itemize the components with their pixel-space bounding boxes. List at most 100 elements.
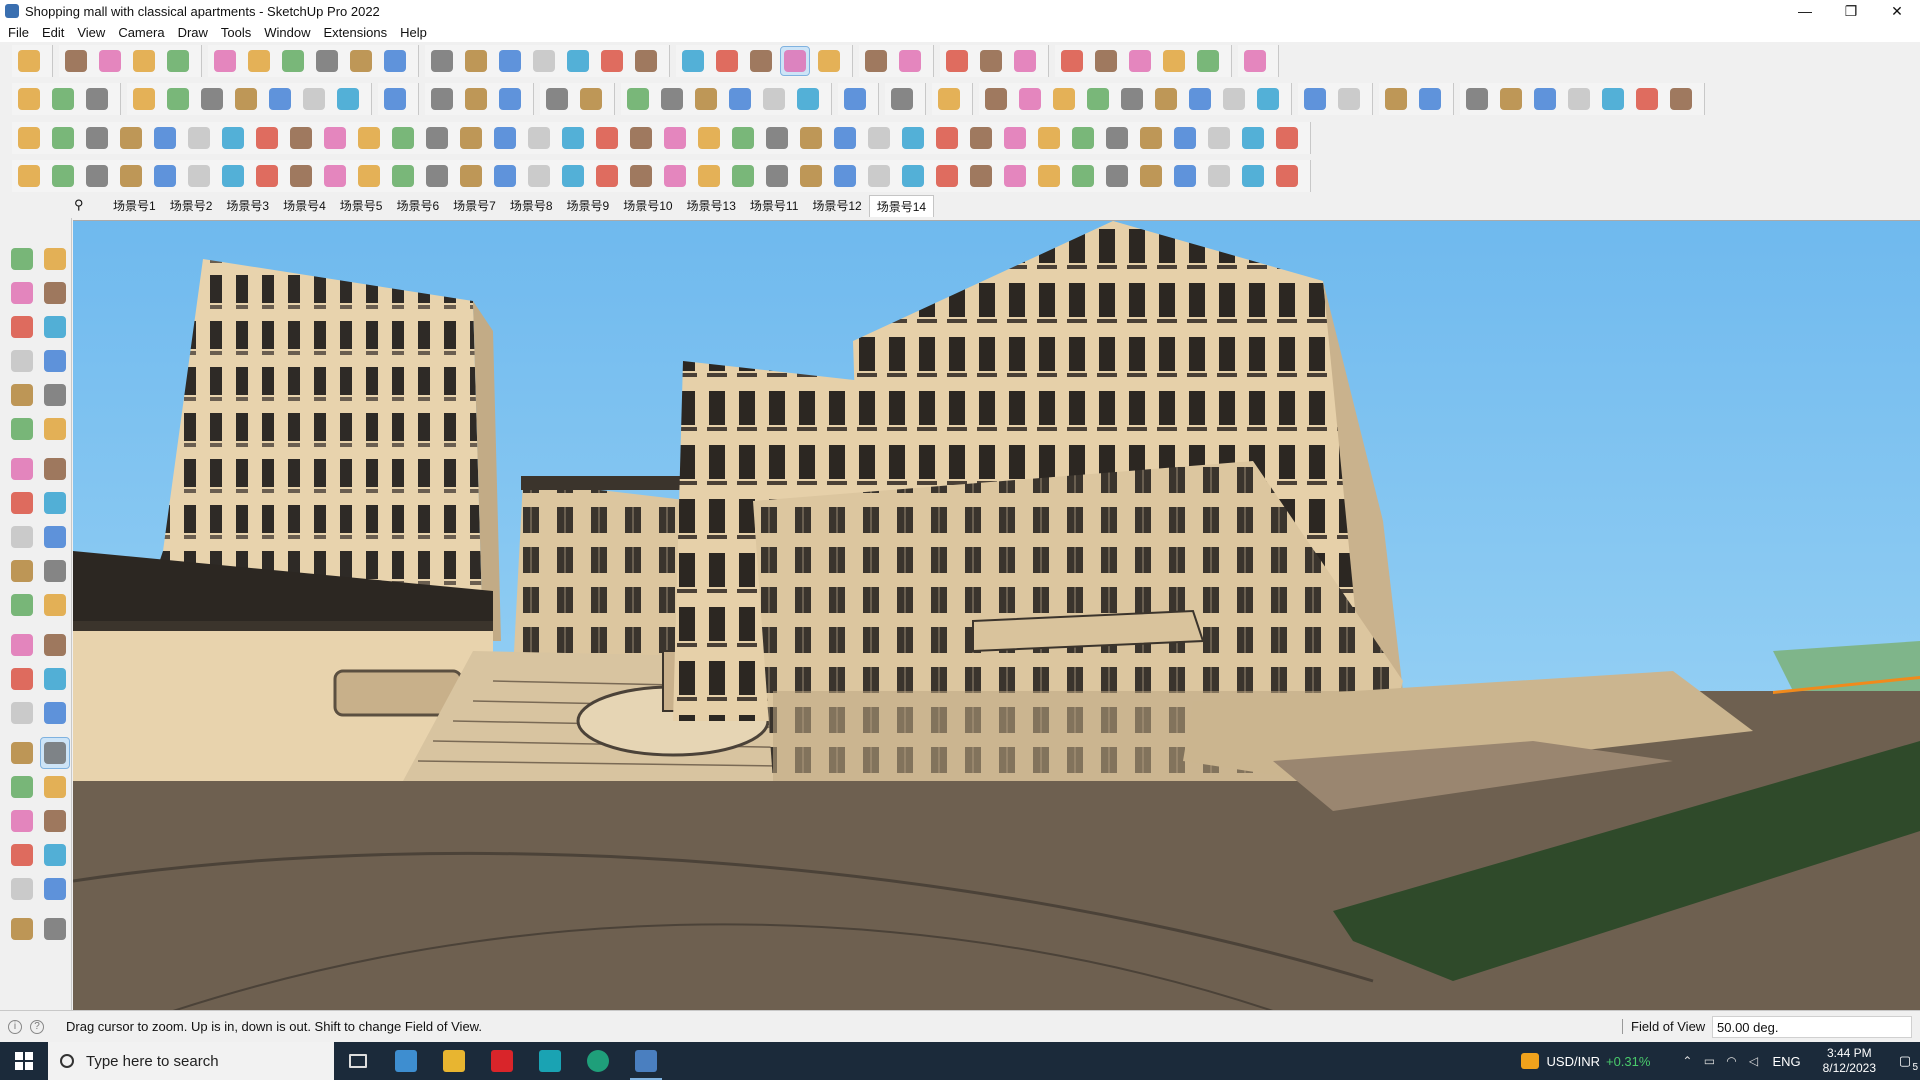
toolbar4-tool-17-button[interactable] xyxy=(559,162,587,190)
toolbar2-tool-5-button[interactable] xyxy=(164,85,192,113)
menu-window[interactable]: Window xyxy=(264,25,319,40)
menu-tools[interactable]: Tools xyxy=(221,25,260,40)
toolbar1-tool-24-button[interactable] xyxy=(862,47,890,75)
toolbar4-tool-16-button[interactable] xyxy=(525,162,553,190)
menu-camera[interactable]: Camera xyxy=(118,25,173,40)
battery-icon[interactable]: ▭ xyxy=(1698,1054,1720,1068)
orbit-button[interactable] xyxy=(41,244,70,274)
toolbar2-tool-40-button[interactable] xyxy=(1497,85,1525,113)
toolbar3-tool-7-button[interactable] xyxy=(219,124,247,152)
toolbar2-tool-32-button[interactable] xyxy=(1186,85,1214,113)
toolbar3-tool-19-button[interactable] xyxy=(627,124,655,152)
rotate-button[interactable] xyxy=(8,556,37,586)
stock-widget[interactable]: USD/INR +0.31% xyxy=(1520,1053,1650,1069)
model-viewport[interactable] xyxy=(73,220,1920,1010)
text-button[interactable] xyxy=(8,664,37,694)
toolbar4-tool-20-button[interactable] xyxy=(661,162,689,190)
toolbar2-tool-31-button[interactable] xyxy=(1152,85,1180,113)
toolbar4-tool-25-button[interactable] xyxy=(831,162,859,190)
polygon-button[interactable] xyxy=(41,414,70,444)
toolbar3-tool-18-button[interactable] xyxy=(593,124,621,152)
toolbar3-tool-8-button[interactable] xyxy=(253,124,281,152)
toolbar4-tool-9-button[interactable] xyxy=(287,162,315,190)
geolocation-icon[interactable]: i xyxy=(8,1019,22,1034)
scene-tab[interactable]: 场景号7 xyxy=(446,195,503,217)
toolbar3-tool-35-button[interactable] xyxy=(1171,124,1199,152)
toolbar3-tool-10-button[interactable] xyxy=(321,124,349,152)
toolbar3-tool-23-button[interactable] xyxy=(763,124,791,152)
paint-bucket-button[interactable] xyxy=(8,278,37,308)
toolbar3-tool-1-button[interactable] xyxy=(15,124,43,152)
toolbar1-tool-20-button[interactable] xyxy=(713,47,741,75)
toolbar3-tool-37-button[interactable] xyxy=(1239,124,1267,152)
toolbar3-tool-2-button[interactable] xyxy=(49,124,77,152)
close-button[interactable]: ✕ xyxy=(1874,0,1920,22)
toolbar1-tool-23-button[interactable] xyxy=(815,47,843,75)
toolbar3-tool-12-button[interactable] xyxy=(389,124,417,152)
toolbar3-tool-16-button[interactable] xyxy=(525,124,553,152)
rotated-rectangle-button[interactable] xyxy=(41,380,70,410)
toolbar4-tool-7-button[interactable] xyxy=(219,162,247,190)
toolbar4-tool-2-button[interactable] xyxy=(49,162,77,190)
toolbar4-tool-28-button[interactable] xyxy=(933,162,961,190)
scene-tab[interactable]: 场景号2 xyxy=(163,195,220,217)
toolbar1-tool-11-button[interactable] xyxy=(381,47,409,75)
toolbar3-tool-13-button[interactable] xyxy=(423,124,451,152)
toolbar1-tool-19-button[interactable] xyxy=(679,47,707,75)
taskbar-app-acrobat[interactable] xyxy=(478,1042,526,1080)
toolbar1-tool-34-button[interactable] xyxy=(1241,47,1269,75)
toolbar2-tool-43-button[interactable] xyxy=(1599,85,1627,113)
toolbar2-tool-7-button[interactable] xyxy=(232,85,260,113)
toolbar2-tool-36-button[interactable] xyxy=(1335,85,1363,113)
toolbar3-tool-34-button[interactable] xyxy=(1137,124,1165,152)
chevron-up-icon[interactable]: ⌃ xyxy=(1676,1054,1698,1068)
toolbar4-tool-22-button[interactable] xyxy=(729,162,757,190)
toolbar1-tool-28-button[interactable] xyxy=(1011,47,1039,75)
toolbar1-tool-31-button[interactable] xyxy=(1126,47,1154,75)
zoom-extents-button[interactable] xyxy=(41,772,70,802)
toolbar2-tool-21-button[interactable] xyxy=(760,85,788,113)
menu-edit[interactable]: Edit xyxy=(42,25,73,40)
fov-value-box[interactable]: 50.00 deg. xyxy=(1712,1016,1912,1038)
toolbar4-tool-29-button[interactable] xyxy=(967,162,995,190)
toolbar3-tool-11-button[interactable] xyxy=(355,124,383,152)
scene-tab[interactable]: 场景号3 xyxy=(219,195,276,217)
language-indicator[interactable]: ENG xyxy=(1772,1054,1800,1069)
layer-button[interactable] xyxy=(8,914,37,944)
toolbar4-tool-14-button[interactable] xyxy=(457,162,485,190)
toolbar2-tool-9-button[interactable] xyxy=(300,85,328,113)
scene-tab[interactable]: 场景号1 xyxy=(106,195,163,217)
toolbar1-tool-15-button[interactable] xyxy=(530,47,558,75)
toolbar3-tool-9-button[interactable] xyxy=(287,124,315,152)
toolbar4-tool-27-button[interactable] xyxy=(899,162,927,190)
scene-tab[interactable]: 场景号10 xyxy=(616,195,679,217)
toolbar3-tool-17-button[interactable] xyxy=(559,124,587,152)
toolbar1-tool-7-button[interactable] xyxy=(245,47,273,75)
toolbar1-tool-32-button[interactable] xyxy=(1160,47,1188,75)
zoom-window-button[interactable] xyxy=(8,772,37,802)
taskbar-app-calculator[interactable] xyxy=(382,1042,430,1080)
arc-button[interactable] xyxy=(8,454,37,484)
toolbar2-tool-17-button[interactable] xyxy=(624,85,652,113)
scene-tab[interactable]: 场景号12 xyxy=(805,195,868,217)
toolbar3-tool-4-button[interactable] xyxy=(117,124,145,152)
toolbar4-tool-33-button[interactable] xyxy=(1103,162,1131,190)
toolbar2-tool-3-button[interactable] xyxy=(83,85,111,113)
toolbar2-tool-27-button[interactable] xyxy=(1016,85,1044,113)
toolbar4-tool-11-button[interactable] xyxy=(355,162,383,190)
toolbar3-tool-27-button[interactable] xyxy=(899,124,927,152)
toolbar2-tool-14-button[interactable] xyxy=(496,85,524,113)
toolbar1-tool-29-button[interactable] xyxy=(1058,47,1086,75)
toolbar3-tool-26-button[interactable] xyxy=(865,124,893,152)
tape-measure-button[interactable] xyxy=(8,312,37,342)
circle-button[interactable] xyxy=(8,414,37,444)
menu-view[interactable]: View xyxy=(77,25,114,40)
toolbar2-tool-28-button[interactable] xyxy=(1050,85,1078,113)
sandbox-button[interactable] xyxy=(41,874,70,904)
toolbar3-tool-21-button[interactable] xyxy=(695,124,723,152)
taskbar-search[interactable]: Type here to search xyxy=(48,1042,334,1080)
toolbar3-tool-6-button[interactable] xyxy=(185,124,213,152)
layer-alt-button[interactable] xyxy=(41,914,70,944)
toolbar1-tool-30-button[interactable] xyxy=(1092,47,1120,75)
toolbar1-tool-26-button[interactable] xyxy=(943,47,971,75)
